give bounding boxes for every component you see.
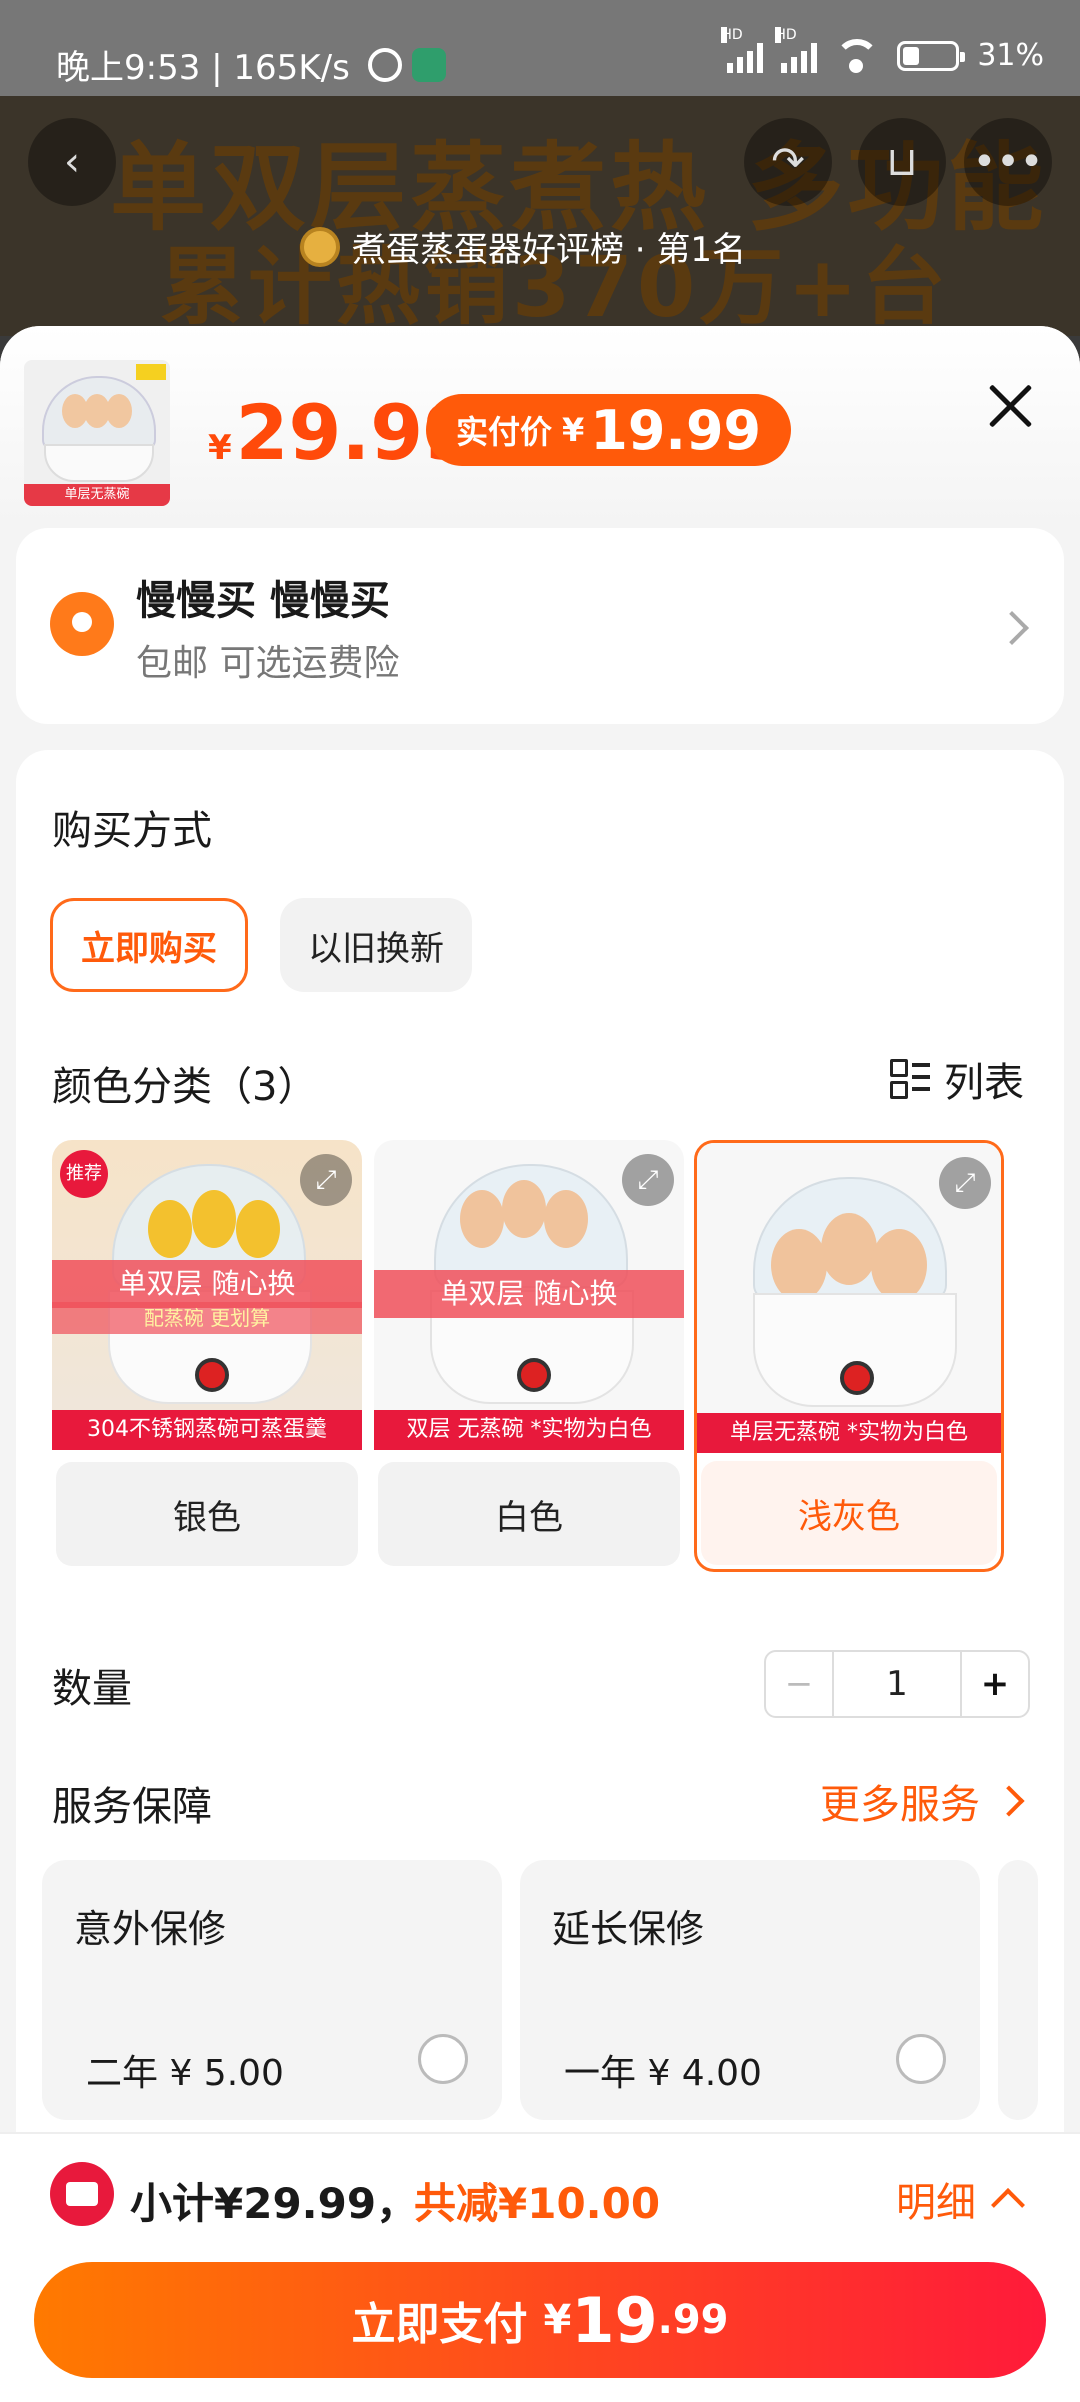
variant-image: 单双层 随心换 ⤢ 双层 无蒸碗 *实物为白色	[374, 1140, 684, 1450]
status-left: 晚上9:53 | 165K/s	[56, 40, 446, 89]
real-pay-value: 19.99	[590, 398, 762, 462]
purchase-method-title: 购买方式	[52, 808, 212, 854]
service-card-partial[interactable]	[998, 1860, 1038, 2120]
status-right: HD HD 31%	[721, 26, 1044, 73]
service-card-price: 二年 ¥ 5.00	[86, 2053, 284, 2094]
pay-amount-decimal: .99	[657, 2297, 729, 2343]
color-option-white[interactable]: 单双层 随心换 ⤢ 双层 无蒸碗 *实物为白色 白色	[374, 1140, 684, 1572]
expand-icon[interactable]: ⤢	[622, 1154, 674, 1206]
real-pay-label: 实付价	[456, 413, 553, 451]
variant-caption: 单层无蒸碗 *实物为白色	[697, 1413, 1001, 1453]
color-option-silver[interactable]: 单双层 随心换 配蒸碗 更划算 推荐 ⤢ 304不锈钢蒸碗可蒸蛋羹 银色	[52, 1140, 362, 1572]
purchase-option-buy-now[interactable]: 立即购买	[50, 898, 248, 992]
service-card-price: 一年 ¥ 4.00	[564, 2053, 762, 2094]
pay-label: 立即支付	[351, 2299, 528, 2350]
battery-percent: 31%	[977, 38, 1044, 73]
variant-image: ⤢ 单层无蒸碗 *实物为白色	[697, 1143, 1001, 1453]
address-card[interactable]: 慢慢买 慢慢买 包邮 可选运费险	[16, 528, 1064, 724]
pay-currency: ¥	[543, 2297, 572, 2343]
real-pay-currency: ¥	[562, 411, 585, 449]
variant-label: 浅灰色	[701, 1461, 997, 1565]
price-currency: ¥	[208, 428, 232, 468]
sku-selection-sheet: 单层无蒸碗 ¥ 29.99 实付价 ¥ 19.99 慢慢买 慢慢买 包邮 可选运…	[0, 326, 1080, 2400]
variant-caption: 304不锈钢蒸碗可蒸蛋羹	[52, 1410, 362, 1450]
service-radio[interactable]	[896, 2034, 946, 2084]
medal-icon	[300, 226, 340, 267]
color-option-light-gray[interactable]: ⤢ 单层无蒸碗 *实物为白色 浅灰色	[694, 1140, 1004, 1572]
chevron-up-icon	[991, 2188, 1025, 2222]
more-icon[interactable]: •••	[964, 118, 1052, 206]
detail-label: 明细	[896, 2180, 976, 2226]
quantity-title: 数量	[52, 1666, 132, 1712]
more-services-label: 更多服务	[820, 1782, 980, 1828]
signal-hd-label: HD	[721, 26, 743, 43]
rank-text: 煮蛋蒸蛋器好评榜 · 第1名	[352, 230, 747, 270]
variant-banner: 单双层 随心换	[374, 1270, 684, 1318]
real-pay-badge: 实付价 ¥ 19.99	[426, 394, 792, 466]
share-icon[interactable]: ↷	[744, 118, 832, 206]
thumb-caption: 单层无蒸碗	[24, 484, 170, 506]
quantity-stepper: − 1 +	[764, 1650, 1030, 1718]
chevron-right-icon	[995, 611, 1029, 645]
close-icon[interactable]	[986, 382, 1034, 430]
chevron-right-icon	[993, 1785, 1025, 1817]
status-time: 晚上9:53 | 165K/s	[56, 48, 350, 88]
more-services-link[interactable]: 更多服务	[820, 1772, 1025, 1830]
battery-icon	[897, 40, 966, 71]
expand-icon[interactable]: ⤢	[939, 1157, 991, 1209]
list-label: 列表	[944, 1060, 1024, 1106]
service-card-accident[interactable]: 意外保修 二年 ¥ 5.00	[42, 1860, 502, 2120]
cart-icon[interactable]: ⊔	[858, 118, 946, 206]
quantity-decrease-button[interactable]: −	[766, 1652, 834, 1716]
discount-text: 共减¥10.00	[414, 2179, 661, 2228]
recommend-badge: 推荐	[60, 1150, 108, 1198]
service-card-title: 延长保修	[552, 1907, 705, 1951]
service-radio[interactable]	[418, 2034, 468, 2084]
address-name: 慢慢买 慢慢买	[136, 578, 390, 624]
variant-caption: 双层 无蒸碗 *实物为白色	[374, 1410, 684, 1450]
signal-hd-label: HD	[775, 26, 797, 43]
coupon-icon	[50, 2162, 114, 2226]
app-notification-icon	[411, 47, 446, 82]
signal-icon: HD	[775, 26, 818, 73]
status-bar: 晚上9:53 | 165K/s HD HD 31%	[0, 0, 1080, 96]
expand-icon[interactable]: ⤢	[300, 1154, 352, 1206]
variant-banner-sub: 配蒸碗 更划算	[52, 1302, 362, 1334]
product-thumbnail[interactable]: 单层无蒸碗	[24, 360, 170, 506]
variant-label: 银色	[56, 1462, 358, 1566]
service-card-extended[interactable]: 延长保修 一年 ¥ 4.00	[520, 1860, 980, 2120]
pay-amount-integer: 19	[571, 2283, 658, 2357]
checkout-bar: 小计¥29.99， 共减¥10.00 明细 立即支付 ¥ 19 .99	[0, 2132, 1080, 2402]
variant-banner: 单双层 随心换	[52, 1260, 362, 1308]
location-pin-icon	[50, 592, 114, 656]
alarm-icon	[367, 47, 402, 82]
quantity-increase-button[interactable]: +	[960, 1652, 1028, 1716]
pay-now-button[interactable]: 立即支付 ¥ 19 .99	[34, 2262, 1046, 2378]
shipping-info: 包邮 可选运费险	[136, 643, 400, 684]
list-view-toggle[interactable]: 列表	[890, 1050, 1024, 1108]
quantity-value[interactable]: 1	[834, 1652, 960, 1716]
service-title: 服务保障	[52, 1784, 212, 1830]
purchase-option-trade-in[interactable]: 以旧换新	[280, 898, 472, 992]
rank-badge[interactable]: 煮蛋蒸蛋器好评榜 · 第1名	[300, 222, 746, 271]
subtotal-text: 小计¥29.99，	[130, 2179, 419, 2228]
variant-label: 白色	[378, 1462, 680, 1566]
service-card-title: 意外保修	[74, 1907, 227, 1951]
background-product-banner: 单双层蒸煮热 多功能 累计热销370万+台 ‹ ↷ ⊔ ••• 煮蛋蒸蛋器好评榜…	[0, 96, 1080, 336]
signal-icon: HD	[721, 26, 764, 73]
color-title: 颜色分类（3）	[52, 1064, 318, 1110]
list-icon	[890, 1059, 930, 1099]
variant-image: 单双层 随心换 配蒸碗 更划算 推荐 ⤢ 304不锈钢蒸碗可蒸蛋羹	[52, 1140, 362, 1450]
sheet-header: 单层无蒸碗 ¥ 29.99 实付价 ¥ 19.99	[0, 326, 1080, 526]
price-detail-toggle[interactable]: 明细	[896, 2170, 1025, 2228]
back-arrow-icon[interactable]: ‹	[28, 118, 116, 206]
wifi-icon	[835, 38, 880, 73]
